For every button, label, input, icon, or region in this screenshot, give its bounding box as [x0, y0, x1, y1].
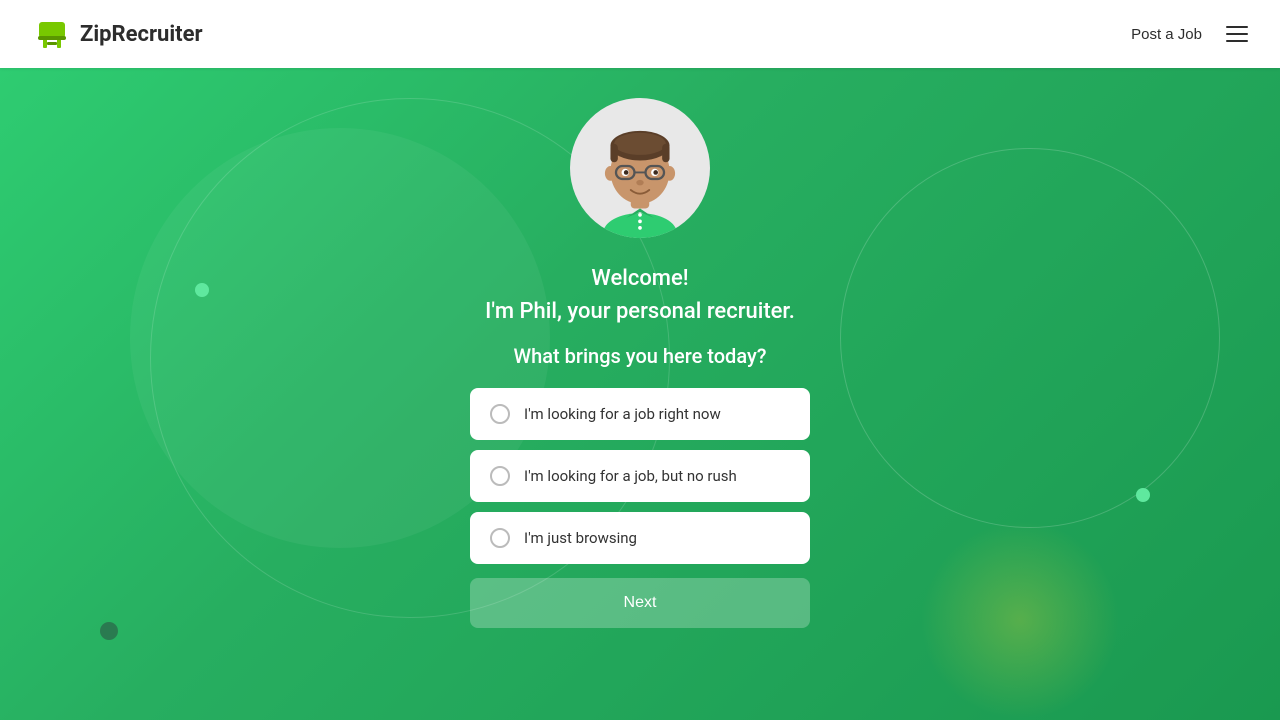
option-item-2[interactable]: I'm looking for a job, but no rush [470, 450, 810, 502]
options-container: I'm looking for a job right now I'm look… [470, 388, 810, 564]
radio-option-2[interactable] [490, 466, 510, 486]
logo-icon [32, 14, 72, 54]
option-item-3[interactable]: I'm just browsing [470, 512, 810, 564]
option-label-1: I'm looking for a job right now [524, 405, 721, 423]
option-label-3: I'm just browsing [524, 529, 637, 547]
logo-text: ZipRecruiter [80, 22, 203, 47]
hamburger-menu-button[interactable] [1226, 26, 1248, 42]
content-area: Welcome! I'm Phil, your personal recruit… [0, 98, 1280, 628]
next-button[interactable]: Next [470, 578, 810, 628]
header: ZipRecruiter Post a Job [0, 0, 1280, 68]
hamburger-line-1 [1226, 26, 1248, 28]
main-content: Welcome! I'm Phil, your personal recruit… [0, 68, 1280, 720]
logo: ZipRecruiter [32, 14, 203, 54]
welcome-line1: Welcome! [591, 262, 688, 295]
header-right: Post a Job [1131, 26, 1248, 43]
question-text: What brings you here today? [514, 344, 767, 368]
post-job-button[interactable]: Post a Job [1131, 26, 1202, 43]
radio-option-3[interactable] [490, 528, 510, 548]
welcome-line2: I'm Phil, your personal recruiter. [485, 299, 795, 324]
option-item-1[interactable]: I'm looking for a job right now [470, 388, 810, 440]
hamburger-line-2 [1226, 33, 1248, 35]
option-label-2: I'm looking for a job, but no rush [524, 467, 737, 485]
avatar [570, 98, 710, 238]
avatar-illustration [580, 118, 700, 238]
hamburger-line-3 [1226, 40, 1248, 42]
radio-option-1[interactable] [490, 404, 510, 424]
